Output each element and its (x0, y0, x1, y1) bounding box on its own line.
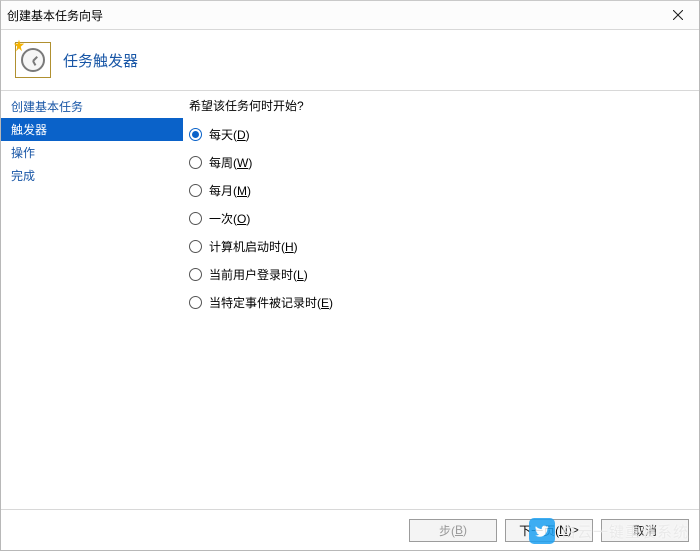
wizard-content: 希望该任务何时开始? 每天(D) 每周(W) 每月(M) 一次(O) 计算机启动时(H)… (183, 91, 699, 509)
sidebar-step-3[interactable]: 完成 (1, 164, 183, 187)
option-label: 一次(O) (209, 210, 250, 227)
option-label: 每天(D) (209, 126, 250, 143)
trigger-option-o[interactable]: 一次(O) (189, 210, 691, 227)
option-label: 当前用户登录时(L) (209, 266, 308, 283)
trigger-option-w[interactable]: 每周(W) (189, 154, 691, 171)
page-title: 任务触发器 (63, 50, 138, 71)
next-button[interactable]: 下一页(N)> (505, 519, 593, 542)
option-label: 计算机启动时(H) (209, 238, 298, 255)
titlebar: 创建基本任务向导 (1, 1, 699, 30)
trigger-options: 每天(D) 每周(W) 每月(M) 一次(O) 计算机启动时(H) 当前用户登录时(L) 当… (189, 126, 691, 311)
option-label: 每周(W) (209, 154, 252, 171)
wizard-icon (15, 42, 51, 78)
prompt-text: 希望该任务何时开始? (189, 97, 691, 114)
radio-icon (189, 296, 202, 309)
wizard-footer: 步(B) 下一页(N)> 取消 (1, 509, 699, 550)
sidebar-step-1[interactable]: 触发器 (1, 118, 183, 141)
wizard-body: 创建基本任务触发器操作完成 希望该任务何时开始? 每天(D) 每周(W) 每月(M)… (1, 91, 699, 509)
trigger-option-h[interactable]: 计算机启动时(H) (189, 238, 691, 255)
radio-icon (189, 212, 202, 225)
back-button[interactable]: 步(B) (409, 519, 497, 542)
option-label: 当特定事件被记录时(E) (209, 294, 333, 311)
wizard-header: 任务触发器 (1, 30, 699, 91)
trigger-option-e[interactable]: 当特定事件被记录时(E) (189, 294, 691, 311)
radio-icon (189, 156, 202, 169)
clock-icon (21, 48, 45, 72)
sidebar-step-0[interactable]: 创建基本任务 (1, 95, 183, 118)
radio-icon (189, 268, 202, 281)
close-icon (673, 10, 683, 20)
close-button[interactable] (657, 1, 699, 29)
radio-icon (189, 240, 202, 253)
radio-icon (189, 128, 202, 141)
window-title: 创建基本任务向导 (7, 7, 657, 24)
radio-icon (189, 184, 202, 197)
trigger-option-d[interactable]: 每天(D) (189, 126, 691, 143)
option-label: 每月(M) (209, 182, 251, 199)
wizard-steps-sidebar: 创建基本任务触发器操作完成 (1, 91, 183, 509)
cancel-button[interactable]: 取消 (601, 519, 689, 542)
trigger-option-l[interactable]: 当前用户登录时(L) (189, 266, 691, 283)
trigger-option-m[interactable]: 每月(M) (189, 182, 691, 199)
wizard-window: 创建基本任务向导 任务触发器 创建基本任务触发器操作完成 希望该任务何时开始? … (0, 0, 700, 551)
sidebar-step-2[interactable]: 操作 (1, 141, 183, 164)
